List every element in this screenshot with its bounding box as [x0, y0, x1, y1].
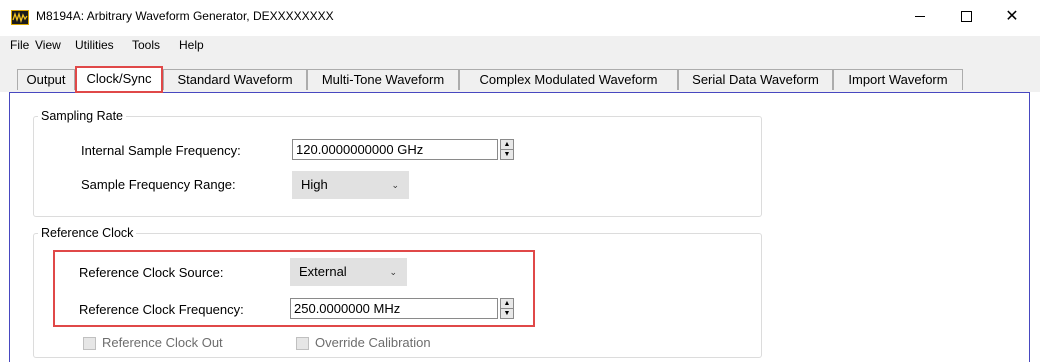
menu-help[interactable]: Help — [179, 38, 204, 52]
internal-sample-frequency-input[interactable]: 120.0000000000 GHz — [292, 139, 498, 160]
sampling-rate-group: Sampling Rate — [33, 109, 762, 217]
sample-frequency-range-value: High — [301, 177, 328, 192]
tab-complex-modulated-waveform[interactable]: Complex Modulated Waveform — [459, 69, 678, 90]
menu-view[interactable]: View — [35, 38, 61, 52]
internal-sample-frequency-label: Internal Sample Frequency: — [81, 143, 241, 158]
spin-down-icon[interactable]: ▼ — [501, 149, 513, 159]
internal-sample-frequency-spinner[interactable]: ▲ ▼ — [500, 139, 514, 160]
window-title: M8194A: Arbitrary Waveform Generator, DE… — [36, 9, 334, 23]
tab-import-waveform[interactable]: Import Waveform — [833, 69, 963, 90]
tab-serial-data-waveform[interactable]: Serial Data Waveform — [678, 69, 833, 90]
chevron-down-icon: ⌄ — [391, 180, 399, 190]
reference-clock-legend: Reference Clock — [41, 226, 134, 240]
tab-output[interactable]: Output — [17, 69, 75, 90]
override-calibration-label: Override Calibration — [315, 335, 431, 350]
reference-clock-out-label: Reference Clock Out — [102, 335, 223, 350]
sample-frequency-range-dropdown[interactable]: High ⌄ — [292, 171, 409, 199]
menu-utilities[interactable]: Utilities — [75, 38, 114, 52]
reference-clock-highlight — [53, 250, 535, 327]
tab-standard-waveform[interactable]: Standard Waveform — [163, 69, 307, 90]
awg-waveform-icon — [11, 10, 29, 25]
sampling-rate-legend: Sampling Rate — [41, 109, 123, 123]
clock-sync-tab-highlight — [75, 66, 163, 93]
override-calibration-checkbox[interactable] — [296, 337, 309, 350]
minimize-icon — [915, 15, 925, 17]
menu-file[interactable]: File — [10, 38, 29, 52]
maximize-button[interactable] — [943, 0, 989, 32]
tab-multi-tone-waveform[interactable]: Multi-Tone Waveform — [307, 69, 459, 90]
close-icon: ✕ — [1005, 8, 1019, 25]
reference-clock-out-checkbox[interactable] — [83, 337, 96, 350]
sample-frequency-range-label: Sample Frequency Range: — [81, 177, 236, 192]
maximize-icon — [960, 10, 972, 22]
minimize-button[interactable] — [897, 0, 943, 32]
close-button[interactable]: ✕ — [989, 0, 1035, 32]
spin-up-icon[interactable]: ▲ — [501, 140, 513, 149]
menu-tools[interactable]: Tools — [132, 38, 160, 52]
